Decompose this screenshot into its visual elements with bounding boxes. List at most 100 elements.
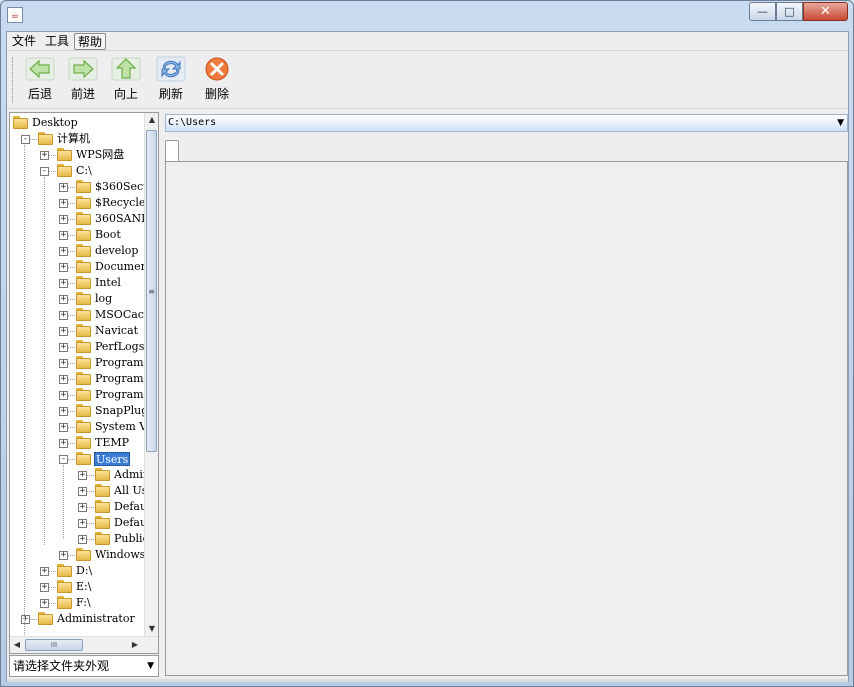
expand-toggle-icon[interactable]: + (59, 327, 68, 336)
tree-row[interactable]: + Documents (10, 259, 144, 275)
tree-node-user-folder-label[interactable]: Defaul (113, 516, 144, 530)
minimize-button[interactable]: — (749, 2, 776, 21)
path-combo[interactable]: C:\Users ▼ (165, 114, 848, 132)
tree-row[interactable]: + Public (10, 531, 144, 547)
toolbar-grip[interactable] (12, 57, 14, 103)
menu-help[interactable]: 帮助 (74, 33, 107, 50)
expand-toggle-icon[interactable]: + (40, 151, 49, 160)
tree-node-windows-label[interactable]: Windows (94, 548, 144, 562)
vertical-scroll-thumb[interactable]: ≡ (146, 130, 157, 452)
file-list-area[interactable] (165, 161, 848, 676)
expand-toggle-icon[interactable]: + (78, 535, 87, 544)
tree-node-users-label[interactable]: Users (94, 452, 131, 466)
tree-node-folder-label[interactable]: Program F (94, 356, 144, 370)
tree-node-drive-label[interactable]: F:\ (75, 596, 92, 610)
refresh-button[interactable]: 刷新 (151, 56, 191, 104)
tree-node-administrator-label[interactable]: Administrator (56, 612, 136, 626)
tree-row[interactable]: + PerfLogs (10, 339, 144, 355)
expand-toggle-icon[interactable]: + (21, 615, 30, 624)
expand-toggle-icon[interactable]: + (40, 599, 49, 608)
tree-row[interactable]: + E:\ (10, 579, 144, 595)
scroll-right-arrow-icon[interactable]: ▶ (128, 637, 142, 654)
expand-toggle-icon[interactable]: + (59, 263, 68, 272)
tree-node-folder-label[interactable]: develop (94, 244, 139, 258)
tree-node-drive-label[interactable]: E:\ (75, 580, 92, 594)
tree-row[interactable]: + TEMP (10, 435, 144, 451)
menu-tools[interactable]: 工具 (42, 33, 72, 50)
tree-node-folder-label[interactable]: PerfLogs (94, 340, 144, 354)
tree-row[interactable]: +360SANDBO (10, 211, 144, 227)
scroll-down-arrow-icon[interactable]: ▼ (145, 622, 159, 636)
tree-row[interactable]: + Admini (10, 467, 144, 483)
collapse-toggle-icon[interactable]: - (40, 167, 49, 176)
expand-toggle-icon[interactable]: + (59, 199, 68, 208)
tree-row[interactable]: + log (10, 291, 144, 307)
tree-row[interactable]: + develop (10, 243, 144, 259)
expand-toggle-icon[interactable]: + (78, 503, 87, 512)
horizontal-scroll-thumb[interactable]: III (25, 639, 83, 651)
expand-toggle-icon[interactable]: + (78, 471, 87, 480)
tree-node-user-folder-label[interactable]: Admini (113, 468, 144, 482)
tree-node-folder-label[interactable]: Boot (94, 228, 122, 242)
tree-node-folder-label[interactable]: ProgramDa (94, 388, 144, 402)
tree-node-folder-label[interactable]: $Recycle. (94, 196, 144, 210)
expand-toggle-icon[interactable]: + (59, 247, 68, 256)
expand-toggle-icon[interactable]: + (59, 423, 68, 432)
tree-node-desktop-label[interactable]: Desktop (31, 116, 79, 130)
tree-row[interactable]: + $Recycle. (10, 195, 144, 211)
tree-node-drive-label[interactable]: D:\ (75, 564, 93, 578)
collapse-toggle-icon[interactable]: - (21, 135, 30, 144)
tree-row[interactable]: + $360Secti (10, 179, 144, 195)
tree-row[interactable]: + Program F (10, 355, 144, 371)
scroll-up-arrow-icon[interactable]: ▲ (145, 113, 159, 127)
folder-appearance-select[interactable]: 请选择文件夹外观 ▼ (9, 655, 159, 677)
tree-row[interactable]: + All Us (10, 483, 144, 499)
tree-row[interactable]: + Navicat (10, 323, 144, 339)
folder-tree[interactable]: Desktop-计算机+WPS网盘-C:\+$360Secti+$Recycle… (10, 113, 144, 636)
tree-row[interactable]: + ProgramDa (10, 387, 144, 403)
tree-row[interactable]: + Program F (10, 371, 144, 387)
tree-row[interactable]: + Windows (10, 547, 144, 563)
tree-node-folder-label[interactable]: SnapPlugi (94, 404, 144, 418)
expand-toggle-icon[interactable]: + (40, 567, 49, 576)
tree-row[interactable]: + Intel (10, 275, 144, 291)
tree-node-folder-label[interactable]: Intel (94, 276, 122, 290)
expand-toggle-icon[interactable]: + (59, 311, 68, 320)
tree-row[interactable]: + MSOCache (10, 307, 144, 323)
tab-empty[interactable] (165, 140, 179, 162)
tree-node-user-folder-label[interactable]: All Us (113, 484, 144, 498)
scroll-left-arrow-icon[interactable]: ◀ (10, 637, 24, 654)
tree-node-folder-label[interactable]: Navicat (94, 324, 139, 338)
tree-node-folder-label[interactable]: System Vo (94, 420, 144, 434)
expand-toggle-icon[interactable]: + (59, 407, 68, 416)
tree-node-computer-label[interactable]: 计算机 (56, 132, 91, 146)
menu-file[interactable]: 文件 (9, 33, 39, 50)
tree-row[interactable]: + Defaul (10, 515, 144, 531)
expand-toggle-icon[interactable]: + (78, 487, 87, 496)
expand-toggle-icon[interactable]: + (59, 183, 68, 192)
title-bar[interactable]: ☕ — □ ✕ (1, 1, 853, 31)
expand-toggle-icon[interactable]: + (59, 231, 68, 240)
expand-toggle-icon[interactable]: + (40, 583, 49, 592)
maximize-button[interactable]: □ (776, 2, 803, 21)
tree-row[interactable]: + SnapPlugi (10, 403, 144, 419)
tree-node-user-folder-label[interactable]: Public (113, 532, 144, 546)
tree-node-user-folder-label[interactable]: Defaul (113, 500, 144, 514)
tree-node-folder-label[interactable]: log (94, 292, 113, 306)
tree-row[interactable]: - 计算机 (10, 131, 144, 147)
tree-horizontal-scrollbar[interactable]: ◀ III ▶ (10, 636, 158, 653)
expand-toggle-icon[interactable]: + (59, 391, 68, 400)
up-button[interactable]: 向上 (106, 56, 146, 104)
expand-toggle-icon[interactable]: + (59, 343, 68, 352)
tree-row[interactable]: Desktop (10, 115, 144, 131)
tree-node-wps-label[interactable]: WPS网盘 (75, 148, 125, 162)
expand-toggle-icon[interactable]: + (59, 375, 68, 384)
collapse-toggle-icon[interactable]: - (59, 455, 68, 464)
tree-row[interactable]: + Boot (10, 227, 144, 243)
tree-node-c-drive-label[interactable]: C:\ (75, 164, 93, 178)
tree-vertical-scrollbar[interactable]: ▲ ≡ ▼ (144, 113, 158, 636)
tree-node-folder-label[interactable]: MSOCache (94, 308, 144, 322)
expand-toggle-icon[interactable]: + (59, 439, 68, 448)
forward-button[interactable]: 前进 (63, 56, 103, 104)
tree-node-folder-label[interactable]: Documents (94, 260, 144, 274)
